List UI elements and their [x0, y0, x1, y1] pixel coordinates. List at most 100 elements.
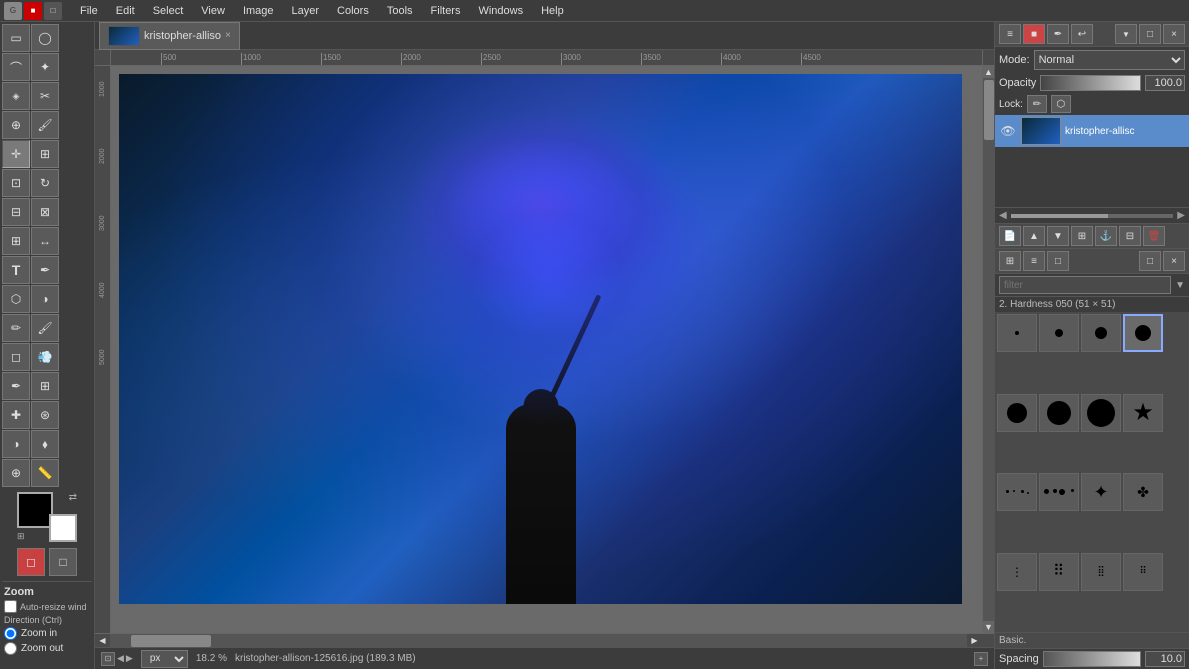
zoom-out-option[interactable]: Zoom out — [4, 642, 90, 655]
unit-selector[interactable]: px % mm — [141, 650, 188, 668]
brush-item-scatter1[interactable] — [997, 473, 1037, 511]
menu-help[interactable]: Help — [533, 3, 572, 19]
reset-colors-icon[interactable]: ⊞ — [17, 531, 25, 542]
tool-dodge-burn[interactable]: ◑ — [2, 430, 30, 458]
menu-image[interactable]: Image — [235, 3, 282, 19]
tool-color-select[interactable]: ◈ — [2, 82, 30, 110]
menu-select[interactable]: Select — [145, 3, 192, 19]
lock-pixels-btn[interactable]: ✏ — [1027, 95, 1047, 113]
brush-item-4[interactable] — [1123, 314, 1163, 352]
layer-merge-btn[interactable]: ⊟ — [1119, 226, 1141, 246]
brush-item-spots[interactable]: ⠿ — [1039, 553, 1079, 591]
scroll-v-thumb[interactable] — [984, 80, 994, 140]
brush-item-scatter2[interactable] — [1039, 473, 1079, 511]
zoom-in-option[interactable]: Zoom in — [4, 627, 90, 640]
spacing-value[interactable]: 10.0 — [1145, 651, 1185, 667]
tool-heal[interactable]: ✚ — [2, 401, 30, 429]
layer-anchor-btn[interactable]: ⚓ — [1095, 226, 1117, 246]
scroll-v-track[interactable] — [983, 78, 994, 621]
auto-resize-checkbox[interactable] — [4, 600, 17, 613]
tool-clone[interactable]: ⊞ — [31, 372, 59, 400]
canvas-nav-left[interactable]: ◀ — [117, 653, 124, 664]
panel-btn-channels[interactable]: ■ — [1023, 24, 1045, 44]
brush-filter-arrow[interactable]: ▼ — [1175, 280, 1185, 291]
tool-ink[interactable]: ✒ — [2, 372, 30, 400]
menu-filters[interactable]: Filters — [423, 3, 469, 19]
quick-mask-on[interactable]: ◻ — [17, 548, 45, 576]
tool-path[interactable]: ✒ — [31, 256, 59, 284]
scroll-v-up[interactable]: ▲ — [983, 66, 994, 78]
menu-view[interactable]: View — [193, 3, 233, 19]
tool-bucket[interactable]: ⬡ — [2, 285, 30, 313]
tool-measure[interactable]: 📏 — [31, 459, 59, 487]
scroll-v-down[interactable]: ▼ — [983, 621, 994, 633]
brush-item-7[interactable] — [1081, 394, 1121, 432]
vertical-scrollbar[interactable]: ▲ ▼ — [982, 66, 994, 633]
zoom-out-radio[interactable] — [4, 642, 17, 655]
tool-move[interactable]: ✛ — [2, 140, 30, 168]
tool-blend[interactable]: ◑ — [31, 285, 59, 313]
menu-tools[interactable]: Tools — [379, 3, 421, 19]
brush-item-texture1[interactable]: ⣿ — [1081, 553, 1121, 591]
canvas-resize-icon[interactable]: ⊡ — [101, 652, 115, 666]
canvas-nav-right[interactable]: ▶ — [126, 653, 133, 664]
tool-align[interactable]: ⊞ — [31, 140, 59, 168]
scroll-h-thumb[interactable] — [131, 635, 211, 647]
nav-left-icon[interactable]: ◀ — [95, 634, 111, 647]
brush-item-grass[interactable]: ⋮ — [997, 553, 1037, 591]
spacing-slider[interactable] — [1043, 651, 1141, 667]
horizontal-scrollbar[interactable] — [111, 634, 966, 647]
tool-eraser[interactable]: ◻ — [2, 343, 30, 371]
tool-scale[interactable]: ⊟ — [2, 198, 30, 226]
brush-item-star[interactable]: ★ — [1123, 394, 1163, 432]
opacity-value[interactable]: 100.0 — [1145, 75, 1185, 91]
tool-crop[interactable]: ⊡ — [2, 169, 30, 197]
layers-next[interactable]: ▶ — [1177, 210, 1185, 221]
quick-mask-off[interactable]: □ — [49, 548, 77, 576]
brush-item-1[interactable] — [997, 314, 1037, 352]
tool-rotate[interactable]: ↻ — [31, 169, 59, 197]
lock-alpha-btn[interactable]: ⬡ — [1051, 95, 1071, 113]
tool-rect-select[interactable]: ▭ — [2, 24, 30, 52]
layer-item[interactable]: 👁 kristopher-allisc — [995, 115, 1189, 147]
tool-airbrush[interactable]: 💨 — [31, 343, 59, 371]
panel-btn-layers[interactable]: ≡ — [999, 24, 1021, 44]
panel-btn-undo[interactable]: ↩ — [1071, 24, 1093, 44]
panel-collapse[interactable]: ▼ — [1115, 24, 1137, 44]
zoom-in-radio[interactable] — [4, 627, 17, 640]
tool-color-picker[interactable]: ⬧ — [31, 430, 59, 458]
brush-item-scatter4[interactable]: ✤ — [1123, 473, 1163, 511]
layers-prev[interactable]: ◀ — [999, 210, 1007, 221]
menu-windows[interactable]: Windows — [470, 3, 531, 19]
tool-paintbrush[interactable]: 🖌 — [31, 314, 59, 342]
menu-colors[interactable]: Colors — [329, 3, 377, 19]
brush-item-texture2[interactable]: ⠿ — [1123, 553, 1163, 591]
tool-ellipse-select[interactable]: ◯ — [31, 24, 59, 52]
brush-item-2[interactable] — [1039, 314, 1079, 352]
tool-flip[interactable]: ↔ — [31, 227, 59, 255]
tool-free-select[interactable]: ⌒ — [2, 53, 30, 81]
tool-text[interactable]: T — [2, 256, 30, 284]
brushes-collapse[interactable]: × — [1163, 251, 1185, 271]
layer-mode-select[interactable]: Normal Multiply Screen — [1034, 50, 1185, 70]
brush-item-6[interactable] — [1039, 394, 1079, 432]
canvas-viewport[interactable] — [111, 66, 982, 633]
panel-close[interactable]: × — [1163, 24, 1185, 44]
brush-grid-view[interactable]: ⊞ — [999, 251, 1021, 271]
brush-filter-input[interactable] — [999, 276, 1171, 294]
nav-right-icon[interactable]: ▶ — [966, 634, 982, 647]
menu-edit[interactable]: Edit — [108, 3, 143, 19]
brushes-panel-btn[interactable]: □ — [1139, 251, 1161, 271]
tool-pencil[interactable]: ✏ — [2, 314, 30, 342]
swap-colors-icon[interactable]: ⇄ — [69, 492, 77, 503]
tool-paint[interactable]: 🖌 — [31, 111, 59, 139]
layer-delete-btn[interactable]: 🗑 — [1143, 226, 1165, 246]
background-color[interactable] — [49, 514, 77, 542]
tool-smudge[interactable]: ⊛ — [31, 401, 59, 429]
layer-visibility-icon[interactable]: 👁 — [999, 122, 1017, 140]
tab-close-button[interactable]: × — [225, 30, 231, 41]
layers-scrollbar-thumb[interactable] — [1011, 214, 1109, 218]
layer-duplicate-btn[interactable]: ⊞ — [1071, 226, 1093, 246]
layer-new-btn[interactable]: 📄 — [999, 226, 1021, 246]
menu-layer[interactable]: Layer — [284, 3, 328, 19]
